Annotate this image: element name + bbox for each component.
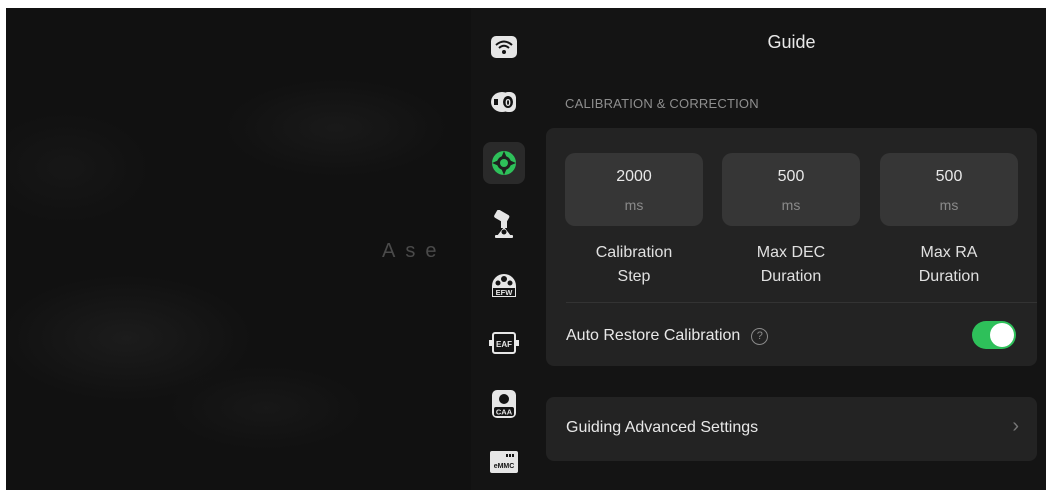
chevron-right-icon: › (1012, 415, 1019, 437)
wifi-icon (491, 36, 517, 58)
sidebar-item-efw[interactable]: EFW (483, 263, 525, 305)
max-dec-duration-unit: ms (781, 197, 801, 213)
max-ra-duration-label-line1: Max RA (920, 244, 978, 261)
sidebar-item-caa[interactable]: CAA (483, 383, 525, 425)
emmc-icon: eMMC (490, 451, 518, 473)
max-dec-duration-label-line2: Duration (760, 268, 822, 285)
toggle-knob (990, 323, 1014, 347)
device-sidebar: 0 EFW EAF CAA eMMC (471, 8, 537, 490)
calibration-card: 2000 ms Calibration Step 500 ms Max DEC … (546, 128, 1037, 366)
max-dec-duration-input[interactable]: 500 ms (722, 153, 860, 226)
sidebar-item-camera[interactable]: 0 (483, 81, 525, 123)
calibration-step-value: 2000 (616, 168, 652, 185)
max-ra-duration-unit: ms (939, 197, 959, 213)
camera-icon: 0 (491, 92, 516, 112)
app-window: Ase 0 EFW EAF CAA eMMC Guide CALIBRATION… (6, 8, 1046, 490)
svg-text:CAA: CAA (496, 408, 513, 417)
svg-text:eMMC: eMMC (494, 463, 515, 470)
max-dec-duration-label: Max DEC Duration (722, 241, 860, 289)
calibration-step-label: Calibration Step (565, 241, 703, 289)
page-title: Guide (767, 32, 816, 52)
background-watermark: Ase (382, 240, 447, 262)
calibration-step-unit: ms (624, 197, 644, 213)
sidebar-item-guide[interactable] (483, 142, 525, 184)
caa-icon: CAA (492, 390, 516, 418)
help-icon[interactable]: ? (751, 327, 769, 345)
auto-restore-calibration-row: Auto Restore Calibration ? (566, 327, 769, 345)
auto-restore-calibration-toggle[interactable] (972, 321, 1016, 349)
auto-restore-calibration-label: Auto Restore Calibration (566, 327, 741, 344)
calibration-step-input[interactable]: 2000 ms (565, 153, 703, 226)
sidebar-item-eaf[interactable]: EAF (483, 322, 525, 364)
telescope-mount-icon (494, 210, 513, 238)
sidebar-item-wifi[interactable] (483, 26, 525, 68)
eaf-icon: EAF (489, 332, 519, 354)
calibration-step-label-line2: Step (617, 268, 651, 285)
max-ra-duration-label: Max RA Duration (880, 241, 1018, 289)
max-dec-duration-value: 500 (777, 168, 805, 185)
sky-preview-background: Ase (6, 8, 471, 490)
max-ra-duration-label-line2: Duration (918, 268, 980, 285)
max-ra-duration-value: 500 (935, 168, 963, 185)
card-divider (566, 302, 1037, 303)
sidebar-item-mount[interactable] (483, 204, 525, 246)
max-dec-duration-label-line1: Max DEC (756, 244, 826, 261)
guide-icon (492, 151, 516, 175)
max-ra-duration-input[interactable]: 500 ms (880, 153, 1018, 226)
efw-icon: EFW (492, 274, 516, 297)
calibration-step-label-line1: Calibration (595, 244, 673, 261)
svg-text:EFW: EFW (496, 288, 514, 297)
guiding-advanced-settings-row[interactable]: Guiding Advanced Settings › (546, 397, 1037, 461)
sidebar-item-emmc[interactable]: eMMC (483, 440, 525, 482)
svg-text:0: 0 (505, 98, 511, 109)
guide-settings-panel: Guide CALIBRATION & CORRECTION 2000 ms C… (537, 8, 1046, 490)
guiding-advanced-settings-label: Guiding Advanced Settings (566, 419, 759, 436)
section-title-calibration: CALIBRATION & CORRECTION (565, 96, 759, 111)
svg-text:EAF: EAF (496, 340, 512, 349)
